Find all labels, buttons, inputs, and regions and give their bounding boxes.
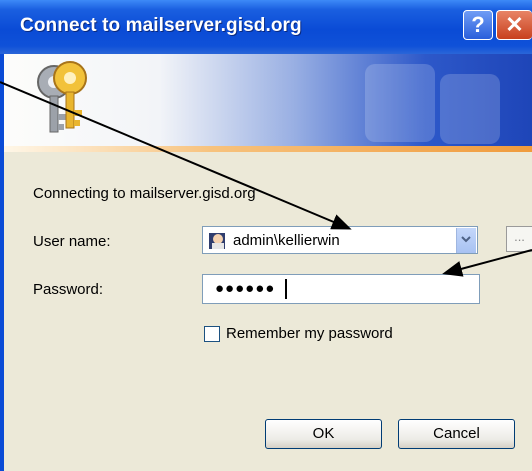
arrow-to-password — [442, 249, 532, 277]
arrow-to-username — [0, 81, 352, 230]
annotation-arrows — [0, 81, 532, 277]
